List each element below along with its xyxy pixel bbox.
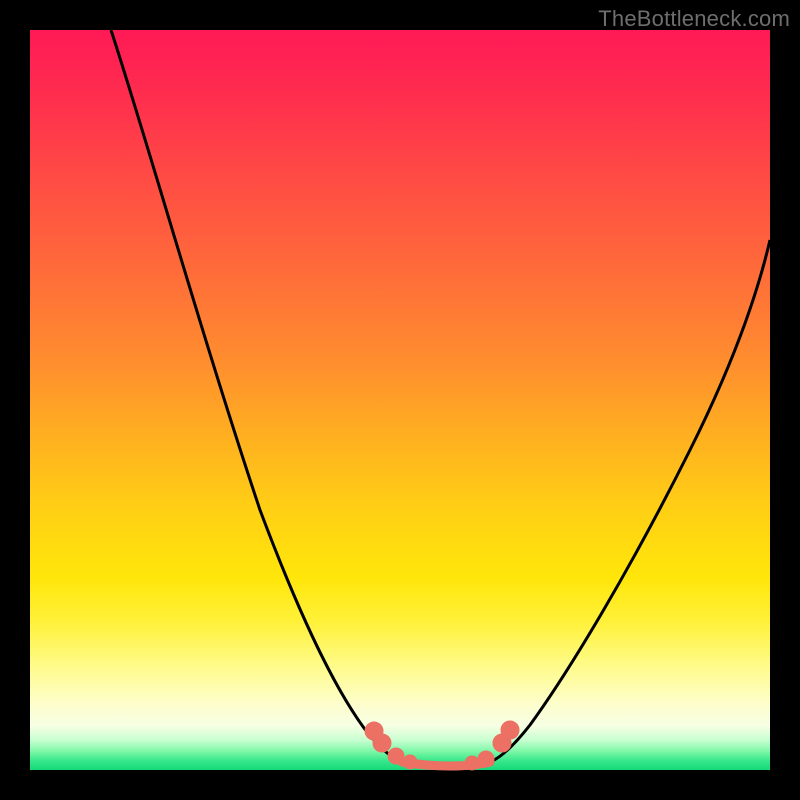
chart-frame: TheBottleneck.com bbox=[0, 0, 800, 800]
curve-right-branch bbox=[490, 240, 770, 762]
curve-left-branch bbox=[111, 30, 402, 762]
marker-dot bbox=[388, 748, 404, 764]
watermark-text: TheBottleneck.com bbox=[598, 6, 790, 32]
marker-dot bbox=[403, 755, 417, 769]
curve-layer bbox=[30, 30, 770, 770]
marker-dot bbox=[465, 756, 479, 770]
marker-dot bbox=[478, 751, 494, 767]
marker-dot bbox=[373, 734, 391, 752]
marker-dot bbox=[501, 721, 519, 739]
